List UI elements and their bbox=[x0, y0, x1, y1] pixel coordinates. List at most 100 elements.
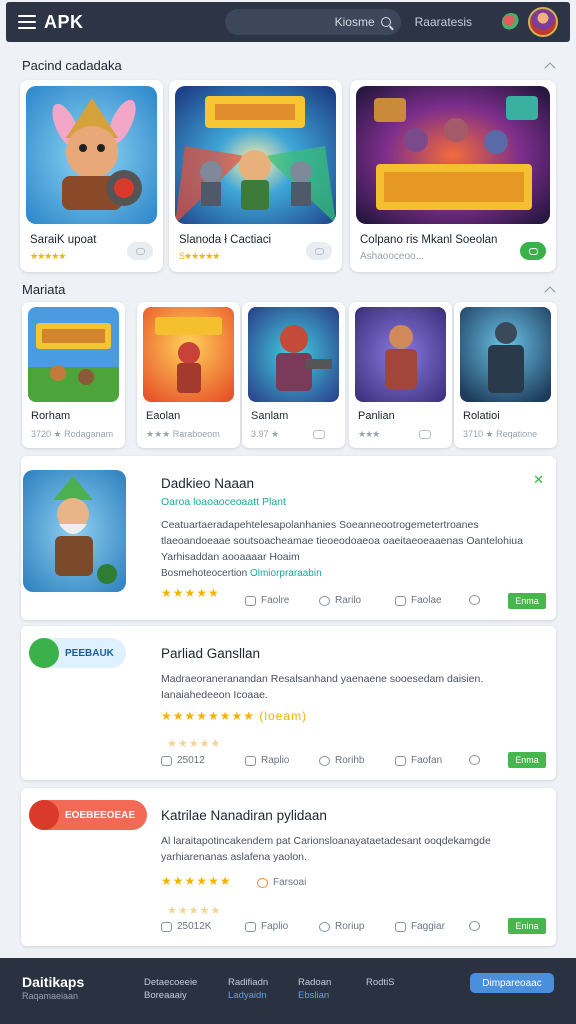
action-item[interactable]: Faplio bbox=[245, 921, 288, 932]
detail-title: Dadkieo Naaan bbox=[161, 476, 255, 491]
like-icon bbox=[245, 595, 256, 606]
game-title: Sanlam bbox=[251, 410, 289, 422]
section-title-new: Mariata bbox=[22, 282, 66, 297]
avatar[interactable] bbox=[528, 7, 558, 37]
footer-column[interactable]: Radoan Ebslian bbox=[298, 976, 331, 1002]
share-icon bbox=[395, 921, 406, 932]
game-title: Rorham bbox=[31, 410, 71, 422]
gamepad-icon[interactable] bbox=[313, 430, 326, 440]
game-artwork bbox=[143, 307, 234, 402]
featured-title: Slanoda ł Cactiaci bbox=[179, 234, 272, 246]
game-artwork bbox=[248, 307, 339, 402]
footer-column[interactable]: RodtiS bbox=[366, 976, 395, 989]
game-meta: 3710 ★ Reqatione bbox=[463, 429, 538, 439]
like-icon bbox=[245, 755, 256, 766]
featured-meta: Ashaooceoo... bbox=[360, 251, 424, 262]
category-badge: PEEBAUK bbox=[29, 638, 126, 668]
detail-title: Katrilae Nanadiran pylidaan bbox=[161, 808, 327, 823]
badge-icon bbox=[29, 638, 59, 668]
detail-title: Parliad Gansllan bbox=[161, 646, 261, 661]
game-card[interactable]: Sanlam 3.97 ★ bbox=[242, 302, 345, 448]
detail-link[interactable]: Bosmehoteocertion Olmiorpraraabin bbox=[161, 568, 322, 579]
rating-stars: ★★★★★★ bbox=[161, 874, 232, 888]
collapse-chevron-icon[interactable] bbox=[544, 62, 556, 74]
download-button[interactable] bbox=[127, 242, 153, 260]
like-icon bbox=[245, 921, 256, 932]
get-button[interactable]: Enma bbox=[508, 593, 546, 609]
featured-rating: S★★★★★ bbox=[179, 251, 220, 261]
game-card[interactable]: Rolatioi 3710 ★ Reqatione bbox=[454, 302, 557, 448]
featured-card[interactable]: Colpano ris Mkanl Soeolan Ashaooceoo... bbox=[350, 80, 556, 272]
game-meta: 3.97 ★ bbox=[251, 429, 326, 440]
gamepad-icon bbox=[314, 247, 324, 255]
search-input[interactable] bbox=[254, 15, 375, 29]
bookmark-icon bbox=[469, 921, 480, 931]
get-button[interactable]: Enina bbox=[508, 918, 546, 934]
game-artwork bbox=[175, 86, 336, 224]
action-item[interactable]: Faolre bbox=[245, 595, 289, 606]
featured-rating: ★★★★★ bbox=[30, 251, 66, 261]
app-logo[interactable]: APK bbox=[44, 12, 84, 33]
header-link[interactable]: Raaratesis bbox=[415, 15, 472, 29]
footer-button[interactable]: Dimpareoaac bbox=[470, 973, 554, 993]
gamepad-icon[interactable] bbox=[419, 430, 432, 440]
featured-card[interactable]: Slanoda ł Cactiaci S★★★★★ bbox=[169, 80, 342, 272]
action-item[interactable]: Rarilo bbox=[319, 595, 361, 606]
gamepad-icon bbox=[135, 247, 145, 255]
action-item[interactable] bbox=[469, 921, 480, 931]
fire-icon bbox=[257, 877, 268, 888]
close-icon[interactable]: ✕ bbox=[533, 472, 544, 488]
rating-count: 25012 bbox=[161, 755, 205, 766]
action-item[interactable]: Raplio bbox=[245, 755, 289, 766]
comment-icon bbox=[319, 755, 330, 766]
search-icon[interactable] bbox=[380, 17, 391, 27]
menu-icon[interactable] bbox=[18, 15, 36, 29]
download-button[interactable] bbox=[520, 242, 546, 260]
featured-card[interactable]: SaraiK upoat ★★★★★ bbox=[20, 80, 163, 272]
detail-description: Madraeoraneranandan Resalsanhand yaenaen… bbox=[161, 673, 484, 701]
share-icon bbox=[395, 595, 406, 606]
footer-brand: Daitikaps bbox=[22, 974, 85, 990]
action-item[interactable] bbox=[469, 595, 480, 605]
rating-stars-faint: ★★★★★ bbox=[167, 738, 222, 750]
rating-stars: ★★★★★★★★ (loeam) bbox=[161, 709, 308, 723]
action-item[interactable]: Faggiar bbox=[395, 921, 445, 932]
action-item[interactable] bbox=[469, 755, 480, 765]
game-detail-card[interactable]: PEEBAUK Parliad Gansllan Madraeoranerana… bbox=[21, 626, 556, 780]
game-detail-card[interactable]: EOEBEEOEAE Katrilae Nanadiran pylidaan A… bbox=[21, 788, 556, 946]
game-meta: 3720 ★ Rodaganam bbox=[31, 429, 114, 439]
featured-title: Colpano ris Mkanl Soeolan bbox=[360, 234, 498, 246]
footer-column[interactable]: Detaecoeeie Boreaaaiy bbox=[144, 976, 197, 1002]
search-box[interactable] bbox=[224, 9, 401, 35]
share-icon bbox=[395, 755, 406, 766]
game-card[interactable]: Panlian ★★★ bbox=[349, 302, 452, 448]
action-item[interactable]: Rorihb bbox=[319, 755, 364, 766]
detail-description: Al laraitapotincakendem pat Carionsloana… bbox=[161, 835, 491, 863]
game-card[interactable]: Eaolan ★★★ Raraboeom bbox=[137, 302, 240, 448]
game-detail-card[interactable]: Dadkieo Naaan Oaroa loaoaoceoaatt Plant … bbox=[21, 456, 556, 620]
footer-column[interactable]: Radifiadn Ladyaidn bbox=[228, 976, 268, 1002]
detail-description: Ceatuartaeradapehtelesapolanhanies Soean… bbox=[161, 519, 523, 563]
game-artwork bbox=[26, 86, 157, 224]
notification-icon[interactable] bbox=[502, 13, 520, 31]
game-artwork bbox=[23, 470, 126, 592]
action-item[interactable]: Roriup bbox=[319, 921, 364, 932]
collapse-chevron-icon[interactable] bbox=[544, 286, 556, 298]
game-meta: ★★★ Raraboeom bbox=[146, 429, 220, 439]
download-button[interactable] bbox=[306, 242, 332, 260]
action-item[interactable]: Faofan bbox=[395, 755, 442, 766]
featured-title: SaraiK upoat bbox=[30, 234, 97, 246]
game-title: Panlian bbox=[358, 410, 395, 422]
get-button[interactable]: Enma bbox=[508, 752, 546, 768]
action-item[interactable]: Faolae bbox=[395, 595, 442, 606]
rating-stars: ★★★★★ bbox=[161, 586, 220, 600]
game-meta: ★★★ bbox=[358, 429, 432, 440]
game-card[interactable]: Rorham 3720 ★ Rodaganam bbox=[22, 302, 125, 448]
game-artwork bbox=[355, 307, 446, 402]
footer: Daitikaps Raqamaeiaan Detaecoeeie Boreaaa… bbox=[0, 958, 576, 1024]
rating-stars-faint: ★★★★★ bbox=[167, 905, 222, 917]
rating-count: 25012K bbox=[161, 921, 211, 932]
badge-icon bbox=[29, 800, 59, 830]
star-icon bbox=[161, 755, 172, 766]
footer-brand-sub: Raqamaeiaan bbox=[22, 991, 79, 1001]
